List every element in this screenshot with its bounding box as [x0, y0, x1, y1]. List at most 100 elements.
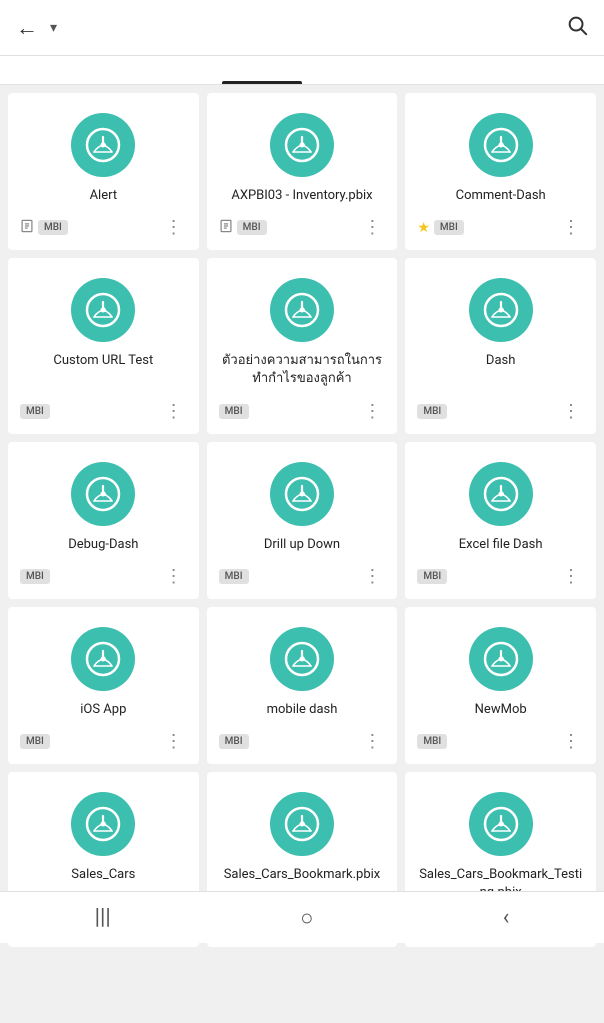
card-dashboard-icon — [71, 113, 135, 177]
search-button[interactable] — [566, 14, 588, 42]
card-footer: MBI ⋮ — [20, 564, 187, 589]
more-options-button[interactable]: ⋮ — [359, 729, 385, 754]
card-title: Comment-Dash — [456, 187, 546, 205]
card-footer: MBI ⋮ — [219, 215, 386, 240]
card-dashboard-icon — [469, 627, 533, 691]
badge-row: MBI — [20, 734, 50, 749]
card-dashboard-icon — [469, 462, 533, 526]
card-footer: MBI ⋮ — [219, 729, 386, 754]
more-options-button[interactable]: ⋮ — [161, 729, 187, 754]
mbi-badge: MBI — [417, 569, 447, 584]
card-title: NewMob — [475, 701, 527, 719]
mbi-badge: MBI — [434, 220, 464, 235]
more-options-button[interactable]: ⋮ — [359, 399, 385, 424]
mbi-badge: MBI — [219, 569, 249, 584]
card-footer: MBI ⋮ — [417, 729, 584, 754]
more-options-button[interactable]: ⋮ — [558, 399, 584, 424]
more-options-button[interactable]: ⋮ — [558, 564, 584, 589]
card-dashboard-icon — [270, 462, 334, 526]
badge-row: MBI — [20, 569, 50, 584]
card-dashboard-icon — [469, 278, 533, 342]
dashboard-card[interactable]: Custom URL Test MBI ⋮ — [8, 258, 199, 433]
card-title: Sales_Cars — [71, 866, 135, 884]
more-options-button[interactable]: ⋮ — [558, 215, 584, 240]
card-dashboard-icon — [270, 113, 334, 177]
nav-back-icon[interactable]: ‹ — [503, 905, 510, 930]
more-options-button[interactable]: ⋮ — [161, 399, 187, 424]
badge-row: MBI — [417, 569, 447, 584]
tabs-bar — [0, 56, 604, 85]
dashboard-card[interactable]: mobile dash MBI ⋮ — [207, 607, 398, 764]
card-title: Custom URL Test — [53, 352, 153, 370]
mbi-badge: MBI — [219, 404, 249, 419]
card-dashboard-icon — [469, 113, 533, 177]
card-footer: MBI ⋮ — [20, 215, 187, 240]
more-options-button[interactable]: ⋮ — [359, 215, 385, 240]
card-dashboard-icon — [270, 792, 334, 856]
nav-menu-icon[interactable]: ||| — [95, 905, 111, 930]
more-options-button[interactable]: ⋮ — [161, 564, 187, 589]
card-dashboard-icon — [71, 792, 135, 856]
card-footer: MBI ⋮ — [417, 399, 584, 424]
dashboard-card[interactable]: ตัวอย่างความสามารถในการทำกำไรของลูกค้า M… — [207, 258, 398, 433]
mbi-badge: MBI — [219, 734, 249, 749]
workspace-title[interactable]: ▾ — [46, 20, 566, 36]
back-button[interactable]: ← — [16, 15, 38, 41]
card-footer: MBI ⋮ — [417, 564, 584, 589]
dashboard-card[interactable]: Excel file Dash MBI ⋮ — [405, 442, 596, 599]
card-footer: MBI ⋮ — [219, 399, 386, 424]
card-title: iOS App — [80, 701, 126, 719]
dashboard-grid: Alert MBI ⋮ AXPBI03 - Inventory.pbix — [0, 85, 604, 1023]
card-title: mobile dash — [267, 701, 338, 719]
card-title: Alert — [90, 187, 118, 205]
report-icon — [20, 219, 34, 237]
card-title: Dash — [486, 352, 515, 370]
badge-row: MBI — [219, 569, 249, 584]
card-footer: MBI ⋮ — [219, 564, 386, 589]
card-title: Drill up Down — [264, 536, 340, 554]
card-dashboard-icon — [71, 278, 135, 342]
nav-home-icon[interactable]: ○ — [300, 905, 313, 931]
dashboard-card[interactable]: Dash MBI ⋮ — [405, 258, 596, 433]
mbi-badge: MBI — [38, 220, 68, 235]
more-options-button[interactable]: ⋮ — [359, 564, 385, 589]
more-options-button[interactable]: ⋮ — [161, 215, 187, 240]
badge-row: MBI — [219, 404, 249, 419]
badge-row: MBI — [219, 219, 267, 237]
card-dashboard-icon — [270, 278, 334, 342]
badge-row: MBI — [20, 219, 68, 237]
dashboard-card[interactable]: NewMob MBI ⋮ — [405, 607, 596, 764]
dashboard-card[interactable]: Drill up Down MBI ⋮ — [207, 442, 398, 599]
card-footer: MBI ⋮ — [20, 399, 187, 424]
dashboard-card[interactable]: AXPBI03 - Inventory.pbix MBI ⋮ — [207, 93, 398, 250]
report-icon — [219, 219, 233, 237]
dashboard-card[interactable]: Comment-Dash ★ MBI ⋮ — [405, 93, 596, 250]
badge-row: MBI — [219, 734, 249, 749]
mbi-badge: MBI — [20, 734, 50, 749]
card-title: AXPBI03 - Inventory.pbix — [231, 187, 372, 205]
card-title: ตัวอย่างความสามารถในการทำกำไรของลูกค้า — [219, 352, 386, 388]
dashboard-card[interactable]: Debug-Dash MBI ⋮ — [8, 442, 199, 599]
star-icon: ★ — [417, 220, 430, 236]
mbi-badge: MBI — [417, 734, 447, 749]
badge-row: ★ MBI — [417, 220, 463, 236]
card-title: Excel file Dash — [459, 536, 543, 554]
card-title: Sales_Cars_Bookmark.pbix — [224, 866, 381, 884]
card-footer: ★ MBI ⋮ — [417, 215, 584, 240]
mbi-badge: MBI — [20, 404, 50, 419]
dashboard-card[interactable]: Alert MBI ⋮ — [8, 93, 199, 250]
bottom-navigation: ||| ○ ‹ — [0, 891, 604, 943]
mbi-badge: MBI — [237, 220, 267, 235]
card-dashboard-icon — [71, 627, 135, 691]
badge-row: MBI — [20, 404, 50, 419]
header: ← ▾ — [0, 0, 604, 56]
card-dashboard-icon — [469, 792, 533, 856]
more-options-button[interactable]: ⋮ — [558, 729, 584, 754]
mbi-badge: MBI — [417, 404, 447, 419]
dashboard-card[interactable]: iOS App MBI ⋮ — [8, 607, 199, 764]
tab-dashboard[interactable] — [222, 56, 302, 84]
badge-row: MBI — [417, 404, 447, 419]
chevron-down-icon: ▾ — [50, 20, 57, 36]
tab-report[interactable] — [302, 56, 382, 84]
badge-row: MBI — [417, 734, 447, 749]
